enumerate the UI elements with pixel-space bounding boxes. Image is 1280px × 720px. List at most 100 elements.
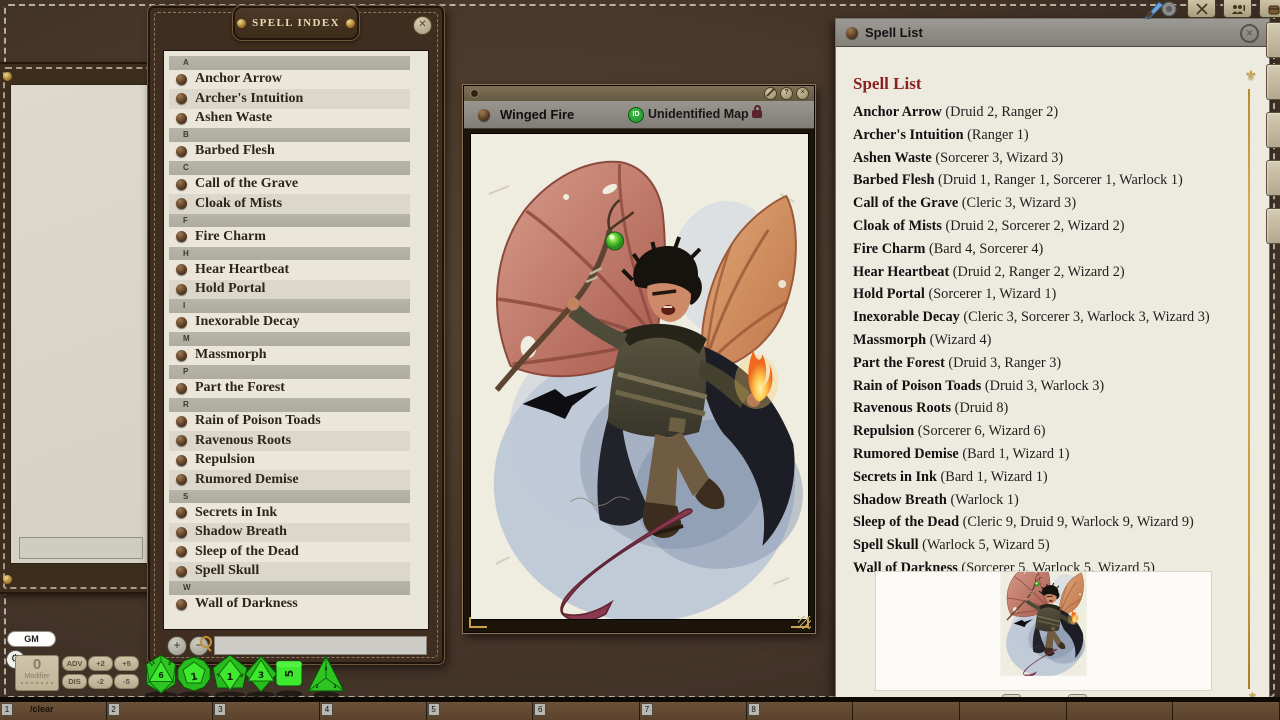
spell-entry: Cloak of Mists (Druid 2, Sorcerer 2, Wiz… bbox=[853, 215, 1245, 238]
close-icon[interactable]: ✕ bbox=[796, 87, 809, 100]
d8-die[interactable]: 3 bbox=[245, 656, 277, 699]
hotkey-slot[interactable]: 5 bbox=[427, 702, 534, 720]
link-rivet-icon bbox=[176, 179, 187, 190]
hotkey-slot[interactable]: 4 bbox=[320, 702, 427, 720]
help-icon[interactable]: ? bbox=[780, 87, 793, 100]
spell-index-item[interactable]: Inexorable Decay bbox=[169, 313, 410, 333]
spell-entry: Inexorable Decay (Cleric 3, Sorcerer 3, … bbox=[853, 306, 1245, 329]
d12-die[interactable]: 1 bbox=[178, 657, 210, 699]
paint-icon[interactable] bbox=[764, 87, 777, 100]
spell-index-item[interactable]: Rumored Demise bbox=[169, 470, 410, 490]
lock-icon[interactable] bbox=[752, 110, 762, 118]
titlebar-rivet-icon bbox=[478, 109, 490, 121]
image-window-toolbar[interactable]: ? ✕ bbox=[464, 86, 814, 102]
chat-log bbox=[10, 84, 149, 564]
spell-entry: Massmorph (Wizard 4) bbox=[853, 329, 1245, 352]
spell-index-item[interactable]: Sleep of the Dead bbox=[169, 542, 410, 562]
d6-die[interactable]: 5 bbox=[276, 661, 302, 698]
spell-index-item[interactable]: Barbed Flesh bbox=[169, 142, 410, 162]
spell-entry: Repulsion (Sorcerer 6, Wizard 6) bbox=[853, 420, 1245, 443]
winged-fire-artwork[interactable] bbox=[470, 133, 809, 620]
chat-input[interactable] bbox=[19, 537, 143, 559]
close-icon[interactable]: ✕ bbox=[1240, 24, 1259, 43]
spell-index-item[interactable]: Cloak of Mists bbox=[169, 194, 410, 214]
modifier-label: Modifier bbox=[16, 673, 58, 680]
d4-die[interactable]: 4 2 3 bbox=[308, 656, 344, 699]
minus5-button[interactable]: -5 bbox=[114, 674, 139, 689]
spell-entry: Shadow Breath (Warlock 1) bbox=[853, 489, 1245, 512]
hotkey-slot[interactable] bbox=[1067, 702, 1174, 720]
spell-entry: Call of the Grave (Cleric 3, Wizard 3) bbox=[853, 192, 1245, 215]
link-rivet-icon bbox=[176, 264, 187, 275]
spell-index-item[interactable]: Part the Forest bbox=[169, 379, 410, 399]
spell-index-item[interactable]: Hear Heartbeat bbox=[169, 260, 410, 280]
hotkey-slot[interactable] bbox=[853, 702, 960, 720]
image-window-titlebar[interactable]: Winged Fire ID Unidentified Map bbox=[464, 101, 814, 129]
link-rivet-icon bbox=[176, 284, 187, 295]
link-rivet-icon bbox=[176, 435, 187, 446]
spell-index-item[interactable]: Repulsion bbox=[169, 451, 410, 471]
spell-entry: Ashen Waste (Sorcerer 3, Wizard 3) bbox=[853, 147, 1245, 170]
dis-button[interactable]: DIS bbox=[62, 674, 87, 689]
hotkey-slot[interactable]: 7 bbox=[640, 702, 747, 720]
spell-index-item[interactable]: Hold Portal bbox=[169, 280, 410, 300]
minus2-button[interactable]: -2 bbox=[88, 674, 113, 689]
scrollbar[interactable] bbox=[1248, 89, 1250, 689]
resize-handle[interactable] bbox=[798, 616, 811, 629]
spell-index-item[interactable]: Shadow Breath bbox=[169, 523, 410, 543]
spell-index-item[interactable]: Wall of Darkness bbox=[169, 595, 410, 615]
index-letter-header: A bbox=[169, 56, 410, 70]
d10-die[interactable]: 7 1 3 bbox=[213, 655, 247, 699]
index-letter-header: M bbox=[169, 332, 410, 346]
spell-index-item[interactable]: Call of the Grave bbox=[169, 175, 410, 195]
link-rivet-icon bbox=[176, 599, 187, 610]
hotkey-slot[interactable] bbox=[1173, 702, 1280, 720]
plus5-button[interactable]: +5 bbox=[114, 656, 139, 671]
edge-shortcut-tab[interactable] bbox=[1266, 112, 1280, 148]
spell-entry: Sleep of the Dead (Cleric 9, Druid 9, Wa… bbox=[853, 511, 1245, 534]
spell-index-item[interactable]: Fire Charm bbox=[169, 227, 410, 247]
sword-gear-icon[interactable] bbox=[1142, 0, 1180, 20]
plus2-button[interactable]: +2 bbox=[88, 656, 113, 671]
close-icon[interactable]: ✕ bbox=[413, 16, 432, 35]
svg-text:5: 5 bbox=[283, 670, 296, 678]
party-icon[interactable] bbox=[1223, 0, 1252, 18]
spell-index-item[interactable]: Spell Skull bbox=[169, 562, 410, 582]
hotkey-bar: 1 /clear 2 3 4 5 6 7 8 bbox=[0, 702, 1280, 720]
hotkey-slot[interactable] bbox=[960, 702, 1067, 720]
satchel-icon[interactable] bbox=[1259, 0, 1280, 18]
gm-identity-tab[interactable]: GM bbox=[7, 631, 56, 647]
edge-shortcut-tab[interactable] bbox=[1266, 160, 1280, 196]
spell-index-item[interactable]: Massmorph bbox=[169, 346, 410, 366]
modifier-dots bbox=[16, 682, 58, 684]
spell-list-window-title: Spell List bbox=[865, 25, 923, 40]
index-letter-header: S bbox=[169, 490, 410, 504]
crossed-swords-icon[interactable] bbox=[1187, 0, 1216, 18]
spell-index-item[interactable]: Ravenous Roots bbox=[169, 431, 410, 451]
spell-index-item[interactable]: Archer's Intuition bbox=[169, 89, 410, 109]
adv-button[interactable]: ADV bbox=[62, 656, 87, 671]
hotkey-slot[interactable]: 8 bbox=[747, 702, 854, 720]
spell-index-item[interactable]: Secrets in Ink bbox=[169, 503, 410, 523]
spell-list-titlebar[interactable]: Spell List ✕ bbox=[836, 19, 1269, 47]
spell-index-item[interactable]: Anchor Arrow bbox=[169, 70, 410, 90]
spell-index-list: A Anchor Arrow Archer's Intuition Ashen … bbox=[163, 50, 429, 630]
plaque-rivet-icon bbox=[346, 19, 355, 28]
d20-die[interactable]: 6 5 12 bbox=[145, 655, 177, 699]
spell-index-item[interactable]: Rain of Poison Toads bbox=[169, 412, 410, 432]
edge-shortcut-tab[interactable] bbox=[1266, 22, 1280, 58]
index-letter-header: C bbox=[169, 161, 410, 175]
spell-index-item[interactable]: Ashen Waste bbox=[169, 109, 410, 129]
edge-shortcut-tab[interactable] bbox=[1266, 208, 1280, 244]
identified-toggle-icon[interactable]: ID bbox=[628, 107, 644, 123]
window-pin-icon[interactable] bbox=[470, 89, 479, 98]
spell-entry: Fire Charm (Bard 4, Sorcerer 4) bbox=[853, 238, 1245, 261]
spell-index-titlebar[interactable]: SPELL INDEX bbox=[233, 6, 359, 40]
hotkey-slot[interactable]: 6 bbox=[533, 702, 640, 720]
hotkey-slot[interactable]: 3 bbox=[213, 702, 320, 720]
hotkey-slot[interactable]: 2 bbox=[107, 702, 214, 720]
hotkey-slot[interactable]: 1 /clear bbox=[0, 702, 107, 720]
modifier-box[interactable]: 0 Modifier bbox=[15, 655, 59, 691]
svg-text:4: 4 bbox=[324, 666, 327, 672]
edge-shortcut-tab[interactable] bbox=[1266, 64, 1280, 100]
